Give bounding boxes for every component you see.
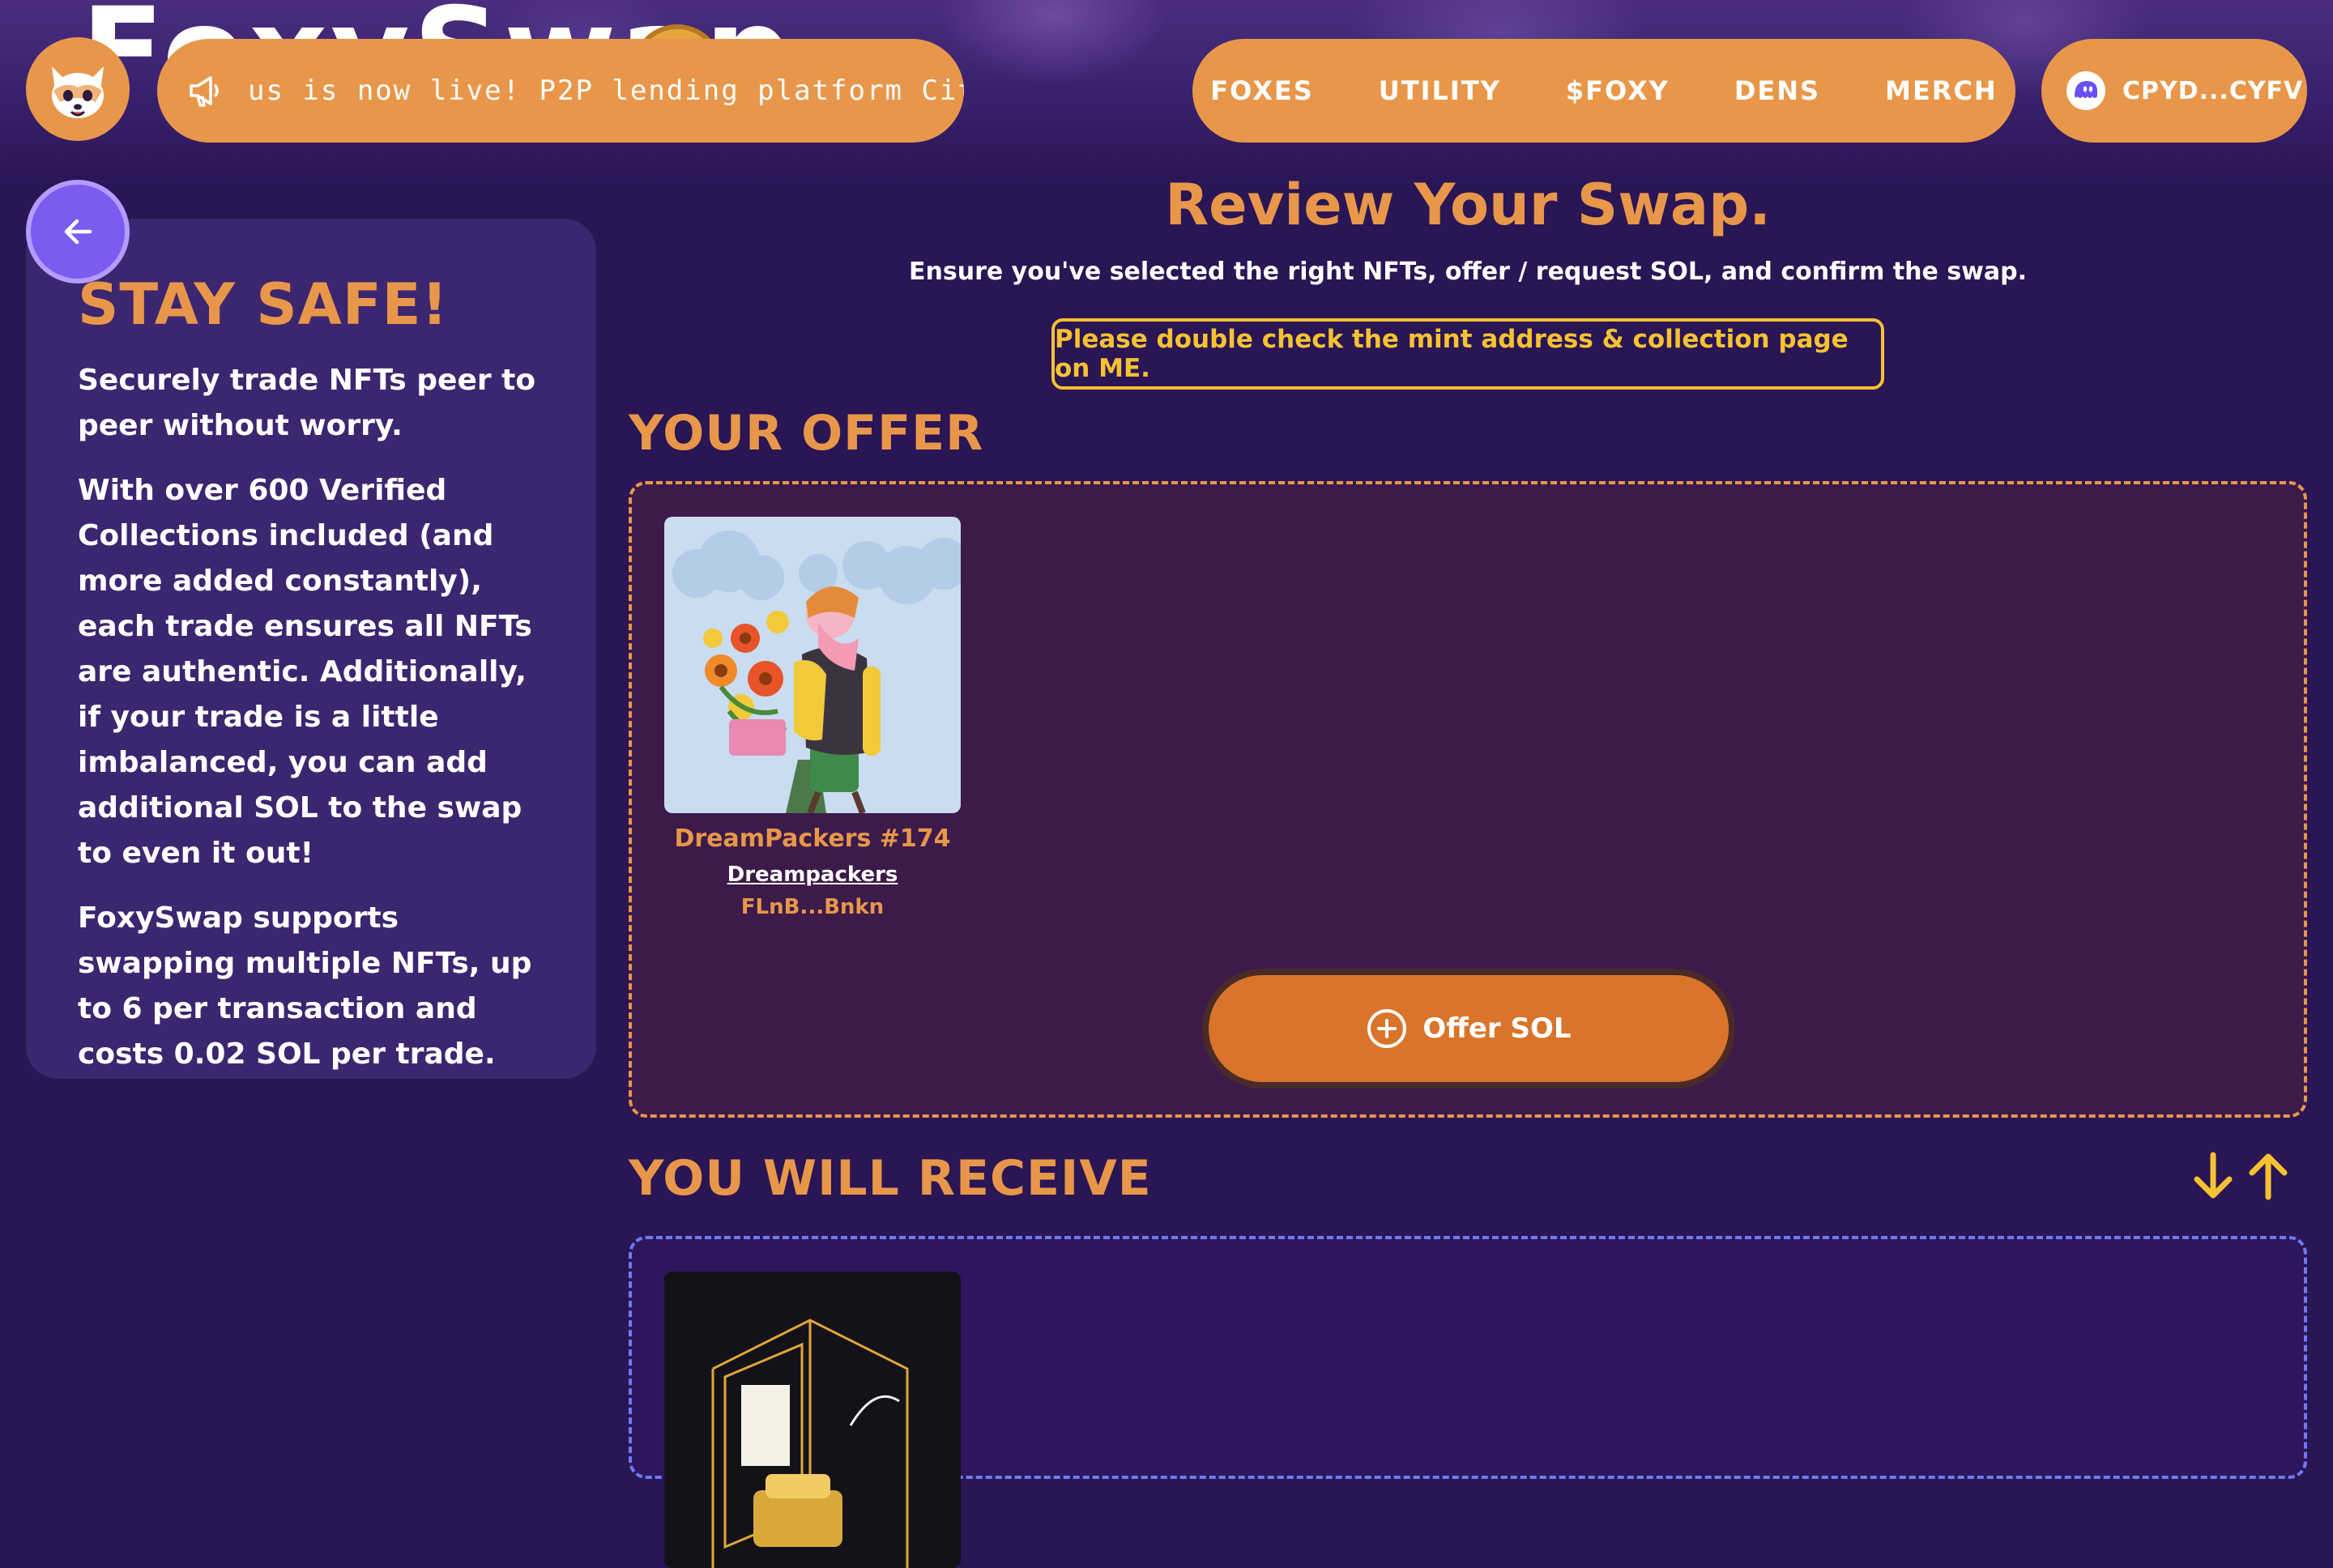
- swap-direction-button[interactable]: [2187, 1150, 2292, 1202]
- wallet-address: CPYD...CYFV: [2122, 76, 2304, 105]
- stay-safe-title: STAY SAFE!: [78, 271, 449, 338]
- your-offer-heading: YOUR OFFER: [629, 405, 984, 462]
- plus-circle-icon: [1367, 1009, 1407, 1048]
- arrow-left-icon: [64, 219, 92, 245]
- offer-nft-card[interactable]: DreamPackers #174 Dreampackers FLnB...Bn…: [664, 517, 961, 919]
- stay-safe-panel: STAY SAFE! Securely trade NFTs peer to p…: [26, 219, 596, 1079]
- stay-safe-paragraph-3: FoxySwap supports swapping multiple NFTs…: [78, 901, 532, 1071]
- page-title: Review Your Swap.: [1165, 172, 1771, 238]
- arrow-down-icon: [2194, 1152, 2233, 1199]
- megaphone-icon: [190, 76, 219, 107]
- receive-nft-card[interactable]: [664, 1272, 961, 1568]
- announcement-ticker[interactable]: us is now live! P2P lending platform Cit…: [157, 39, 964, 143]
- nav-foxes[interactable]: FOXES: [1210, 75, 1314, 106]
- nav-utility[interactable]: UTILITY: [1379, 75, 1501, 106]
- nav-foxy-token[interactable]: $FOXY: [1566, 75, 1670, 106]
- receive-panel: [629, 1236, 2307, 1568]
- fox-logo[interactable]: [26, 37, 130, 141]
- nav-dens[interactable]: DENS: [1734, 75, 1820, 106]
- nft-mint-address[interactable]: FLnB...Bnkn: [664, 895, 961, 919]
- page-subtitle: Ensure you've selected the right NFTs, o…: [909, 258, 2027, 286]
- nft-image-den: [664, 1272, 961, 1568]
- ticker-text: us is now live! P2P lending platform Cit…: [248, 75, 964, 107]
- arrow-up-icon: [2249, 1153, 2288, 1200]
- you-will-receive-heading: YOU WILL RECEIVE: [629, 1150, 1152, 1207]
- offer-sol-button[interactable]: Offer SOL: [1202, 969, 1735, 1089]
- nav-merch[interactable]: MERCH: [1885, 75, 1998, 106]
- nft-image-dreampackers: [664, 517, 961, 813]
- stay-safe-paragraph-2: With over 600 Verified Collections inclu…: [78, 473, 532, 870]
- stay-safe-paragraph-1: Securely trade NFTs peer to peer without…: [78, 363, 536, 442]
- main-nav: FOXES UTILITY $FOXY DENS MERCH: [1192, 39, 2015, 143]
- nft-name: DreamPackers #174: [674, 824, 951, 853]
- nft-collection-link[interactable]: Dreampackers: [664, 863, 961, 887]
- offer-sol-label: Offer SOL: [1422, 1012, 1572, 1045]
- warning-notice: Please double check the mint address & c…: [1051, 318, 1884, 390]
- fox-face-icon: [52, 66, 104, 118]
- wallet-button[interactable]: CPYD...CYFV: [2041, 39, 2307, 143]
- phantom-ghost-icon: [2066, 71, 2105, 110]
- back-button[interactable]: [26, 180, 130, 283]
